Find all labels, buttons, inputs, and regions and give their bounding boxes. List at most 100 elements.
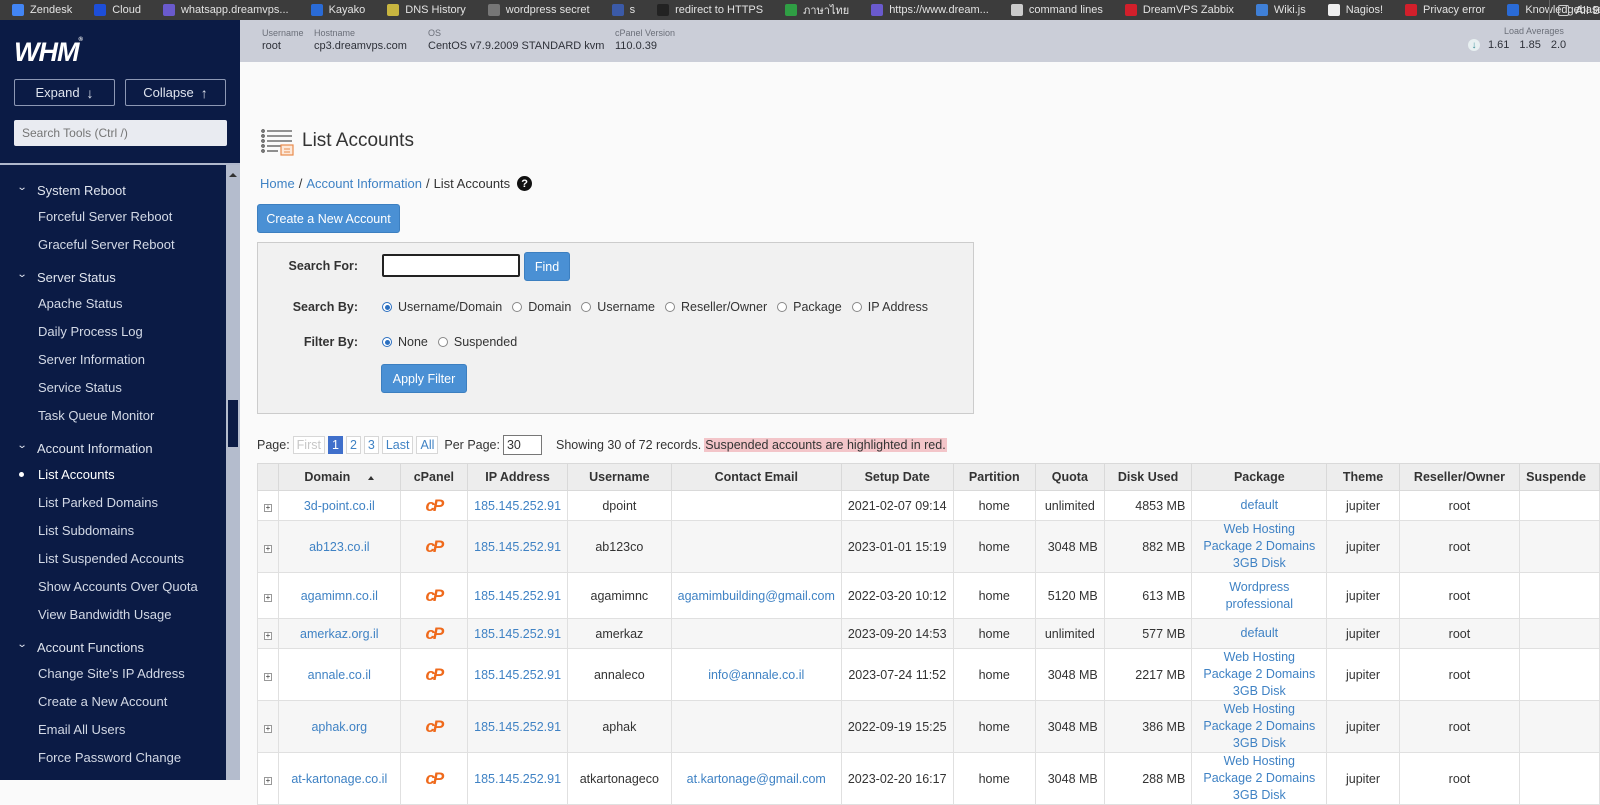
- package-link[interactable]: Web Hosting Package 2 Domains 3GB Disk: [1198, 753, 1320, 804]
- bookmark-item[interactable]: DNS History: [387, 4, 466, 16]
- package-link[interactable]: default: [1198, 497, 1320, 514]
- col-quota[interactable]: Quota: [1034, 463, 1105, 491]
- radio-icon[interactable]: [664, 302, 675, 312]
- radio-icon[interactable]: [512, 302, 523, 312]
- cell-expand[interactable]: +: [257, 752, 279, 805]
- sidebar-item-create-a-new-account[interactable]: Create a New Account: [38, 694, 167, 709]
- expand-row-icon[interactable]: +: [264, 672, 272, 681]
- sidebar-item-view-bandwidth-usage[interactable]: View Bandwidth Usage: [38, 607, 171, 622]
- col-theme[interactable]: Theme: [1326, 463, 1400, 491]
- search-by-radio-username[interactable]: Username: [581, 300, 655, 314]
- sidebar-item-list-suspended-accounts[interactable]: List Suspended Accounts: [38, 551, 184, 566]
- expand-row-icon[interactable]: +: [264, 724, 272, 733]
- cpanel-logo-icon[interactable]: cP: [425, 665, 444, 684]
- ip-address-link[interactable]: 185.145.252.91: [474, 720, 561, 734]
- col-ip-address[interactable]: IP Address: [467, 463, 569, 491]
- cpanel-logo-icon[interactable]: cP: [425, 717, 444, 736]
- radio-icon[interactable]: [382, 337, 392, 347]
- bookmark-item[interactable]: command lines: [1010, 4, 1103, 16]
- sidebar-item-graceful-server-reboot[interactable]: Graceful Server Reboot: [38, 237, 175, 252]
- domain-link[interactable]: agamimn.co.il: [301, 589, 378, 603]
- search-by-radio-package[interactable]: Package: [777, 300, 842, 314]
- expand-row-icon[interactable]: +: [264, 544, 272, 553]
- cell-expand[interactable]: +: [257, 520, 279, 573]
- search-for-input[interactable]: [382, 254, 520, 277]
- cell-expand[interactable]: +: [257, 618, 279, 649]
- cpanel-logo-icon[interactable]: cP: [425, 586, 444, 605]
- breadcrumb-home[interactable]: Home: [260, 176, 295, 191]
- expand-button[interactable]: Expand ↓: [14, 79, 115, 106]
- sidebar-item-change-site-s-ip-address[interactable]: Change Site's IP Address: [38, 666, 185, 681]
- col-contact-email[interactable]: Contact Email: [670, 463, 842, 491]
- col-domain[interactable]: Domain: [278, 463, 401, 491]
- radio-icon[interactable]: [382, 302, 392, 312]
- expand-row-icon[interactable]: +: [264, 631, 272, 640]
- bookmark-item[interactable]: Kayako: [310, 4, 365, 16]
- scrollbar-thumb[interactable]: [228, 400, 238, 447]
- col-cpanel[interactable]: cPanel: [399, 463, 469, 491]
- bookmark-item[interactable]: s: [611, 4, 635, 16]
- bookmark-item[interactable]: ภาษาไทย: [785, 1, 849, 19]
- expand-row-icon[interactable]: +: [264, 776, 272, 785]
- bookmark-item[interactable]: DreamVPS Zabbix: [1124, 4, 1234, 16]
- bookmark-item[interactable]: whatsapp.dreamvps...: [162, 4, 289, 16]
- page-1[interactable]: 1: [327, 436, 343, 454]
- create-new-account-button[interactable]: Create a New Account: [257, 204, 400, 233]
- radio-icon[interactable]: [581, 302, 592, 312]
- sidebar-item-list-subdomains[interactable]: List Subdomains: [38, 523, 134, 538]
- expand-row-icon[interactable]: +: [264, 503, 272, 512]
- cell-expand[interactable]: +: [257, 572, 279, 619]
- sidebar-item-list-parked-domains[interactable]: List Parked Domains: [38, 495, 158, 510]
- cpanel-logo-icon[interactable]: cP: [425, 769, 444, 788]
- ip-address-link[interactable]: 185.145.252.91: [474, 589, 561, 603]
- sidebar-item-forceful-server-reboot[interactable]: Forceful Server Reboot: [38, 209, 172, 224]
- apply-filter-button[interactable]: Apply Filter: [381, 364, 467, 393]
- package-link[interactable]: default: [1198, 625, 1320, 642]
- sidebar-item-show-accounts-over-quota[interactable]: Show Accounts Over Quota: [38, 579, 198, 594]
- collapse-button[interactable]: Collapse ↑: [125, 79, 226, 106]
- page-3[interactable]: 3: [363, 436, 379, 454]
- search-by-radio-username-domain[interactable]: Username/Domain: [382, 300, 502, 314]
- bookmark-item[interactable]: Cloud: [94, 4, 141, 16]
- sidebar-group-system-reboot[interactable]: ⌄ System Reboot: [17, 182, 126, 198]
- scroll-up-icon[interactable]: [229, 173, 237, 177]
- search-by-radio-domain[interactable]: Domain: [512, 300, 571, 314]
- cell-expand[interactable]: +: [257, 648, 279, 701]
- domain-link[interactable]: ab123.co.il: [309, 540, 369, 554]
- sidebar-item-force-password-change[interactable]: Force Password Change: [38, 750, 181, 765]
- filter-by-radio-suspended[interactable]: Suspended: [437, 335, 517, 349]
- col-suspended[interactable]: Suspende: [1519, 463, 1600, 491]
- contact-email-link[interactable]: at.kartonage@gmail.com: [687, 772, 826, 786]
- contact-email-link[interactable]: agamimbuilding@gmail.com: [678, 589, 835, 603]
- col-disk-used[interactable]: Disk Used: [1103, 463, 1193, 491]
- sidebar-group-account-functions[interactable]: ⌄ Account Functions: [17, 639, 144, 655]
- cpanel-logo-icon[interactable]: cP: [425, 537, 444, 556]
- domain-link[interactable]: at-kartonage.co.il: [291, 772, 387, 786]
- sidebar-item-service-status[interactable]: Service Status: [38, 380, 122, 395]
- sidebar-item-list-accounts[interactable]: List Accounts: [19, 467, 115, 482]
- ip-address-link[interactable]: 185.145.252.91: [474, 668, 561, 682]
- radio-icon[interactable]: [777, 302, 788, 312]
- domain-link[interactable]: annale.co.il: [308, 668, 371, 682]
- cpanel-logo-icon[interactable]: cP: [425, 624, 444, 643]
- domain-link[interactable]: 3d-point.co.il: [304, 499, 375, 513]
- bookmark-item[interactable]: Wiki.js: [1255, 4, 1306, 16]
- col-reseller-owner[interactable]: Reseller/Owner: [1398, 463, 1521, 491]
- ip-address-link[interactable]: 185.145.252.91: [474, 627, 561, 641]
- ip-address-link[interactable]: 185.145.252.91: [474, 540, 561, 554]
- page-last[interactable]: Last: [381, 436, 414, 454]
- find-button[interactable]: Find: [524, 252, 570, 281]
- bookmark-item[interactable]: wordpress secret: [487, 4, 590, 16]
- sidebar-scrollbar[interactable]: [226, 165, 240, 780]
- sidebar-group-account-information[interactable]: ⌄ Account Information: [17, 440, 153, 456]
- col-partition[interactable]: Partition: [952, 463, 1036, 491]
- domain-link[interactable]: aphak.org: [311, 720, 367, 734]
- bookmark-item[interactable]: Nagios!: [1327, 4, 1383, 16]
- search-by-radio-reseller-owner[interactable]: Reseller/Owner: [664, 300, 767, 314]
- col-username[interactable]: Username: [567, 463, 672, 491]
- page-all[interactable]: All: [416, 436, 439, 454]
- ip-address-link[interactable]: 185.145.252.91: [474, 499, 561, 513]
- per-page-input[interactable]: 30: [502, 435, 542, 455]
- cell-expand[interactable]: +: [257, 700, 279, 753]
- sidebar-item-apache-status[interactable]: Apache Status: [38, 296, 123, 311]
